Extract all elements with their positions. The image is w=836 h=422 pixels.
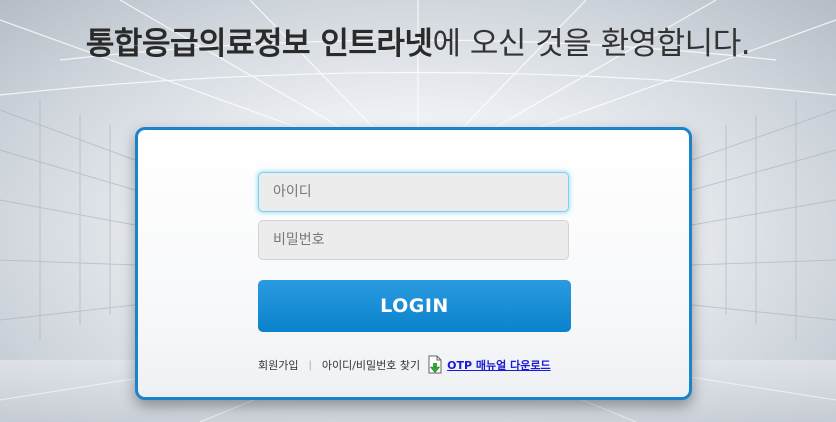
login-links: 회원가입 | 아이디/비밀번호 찾기 OTP 매뉴얼 다운로드 [258,355,551,375]
signup-link[interactable]: 회원가입 [258,357,298,373]
page-title-bold: 통합응급의료정보 인트라넷 [85,26,433,62]
login-panel: LOGIN 회원가입 | 아이디/비밀번호 찾기 OTP 매뉴얼 다운로드 [135,127,692,400]
password-input[interactable] [258,220,569,260]
download-icon[interactable] [426,355,444,375]
link-separator: | [308,359,312,371]
otp-manual: OTP 매뉴얼 다운로드 [426,355,551,375]
otp-manual-download-link[interactable]: OTP 매뉴얼 다운로드 [447,357,550,373]
page-title: 통합응급의료정보 인트라넷에 오신 것을 환영합니다. [0,18,836,63]
find-account-link[interactable]: 아이디/비밀번호 찾기 [322,357,420,373]
page-title-rest: 에 오신 것을 환영합니다. [432,26,751,62]
id-input[interactable] [258,172,569,212]
login-button[interactable]: LOGIN [258,280,571,332]
